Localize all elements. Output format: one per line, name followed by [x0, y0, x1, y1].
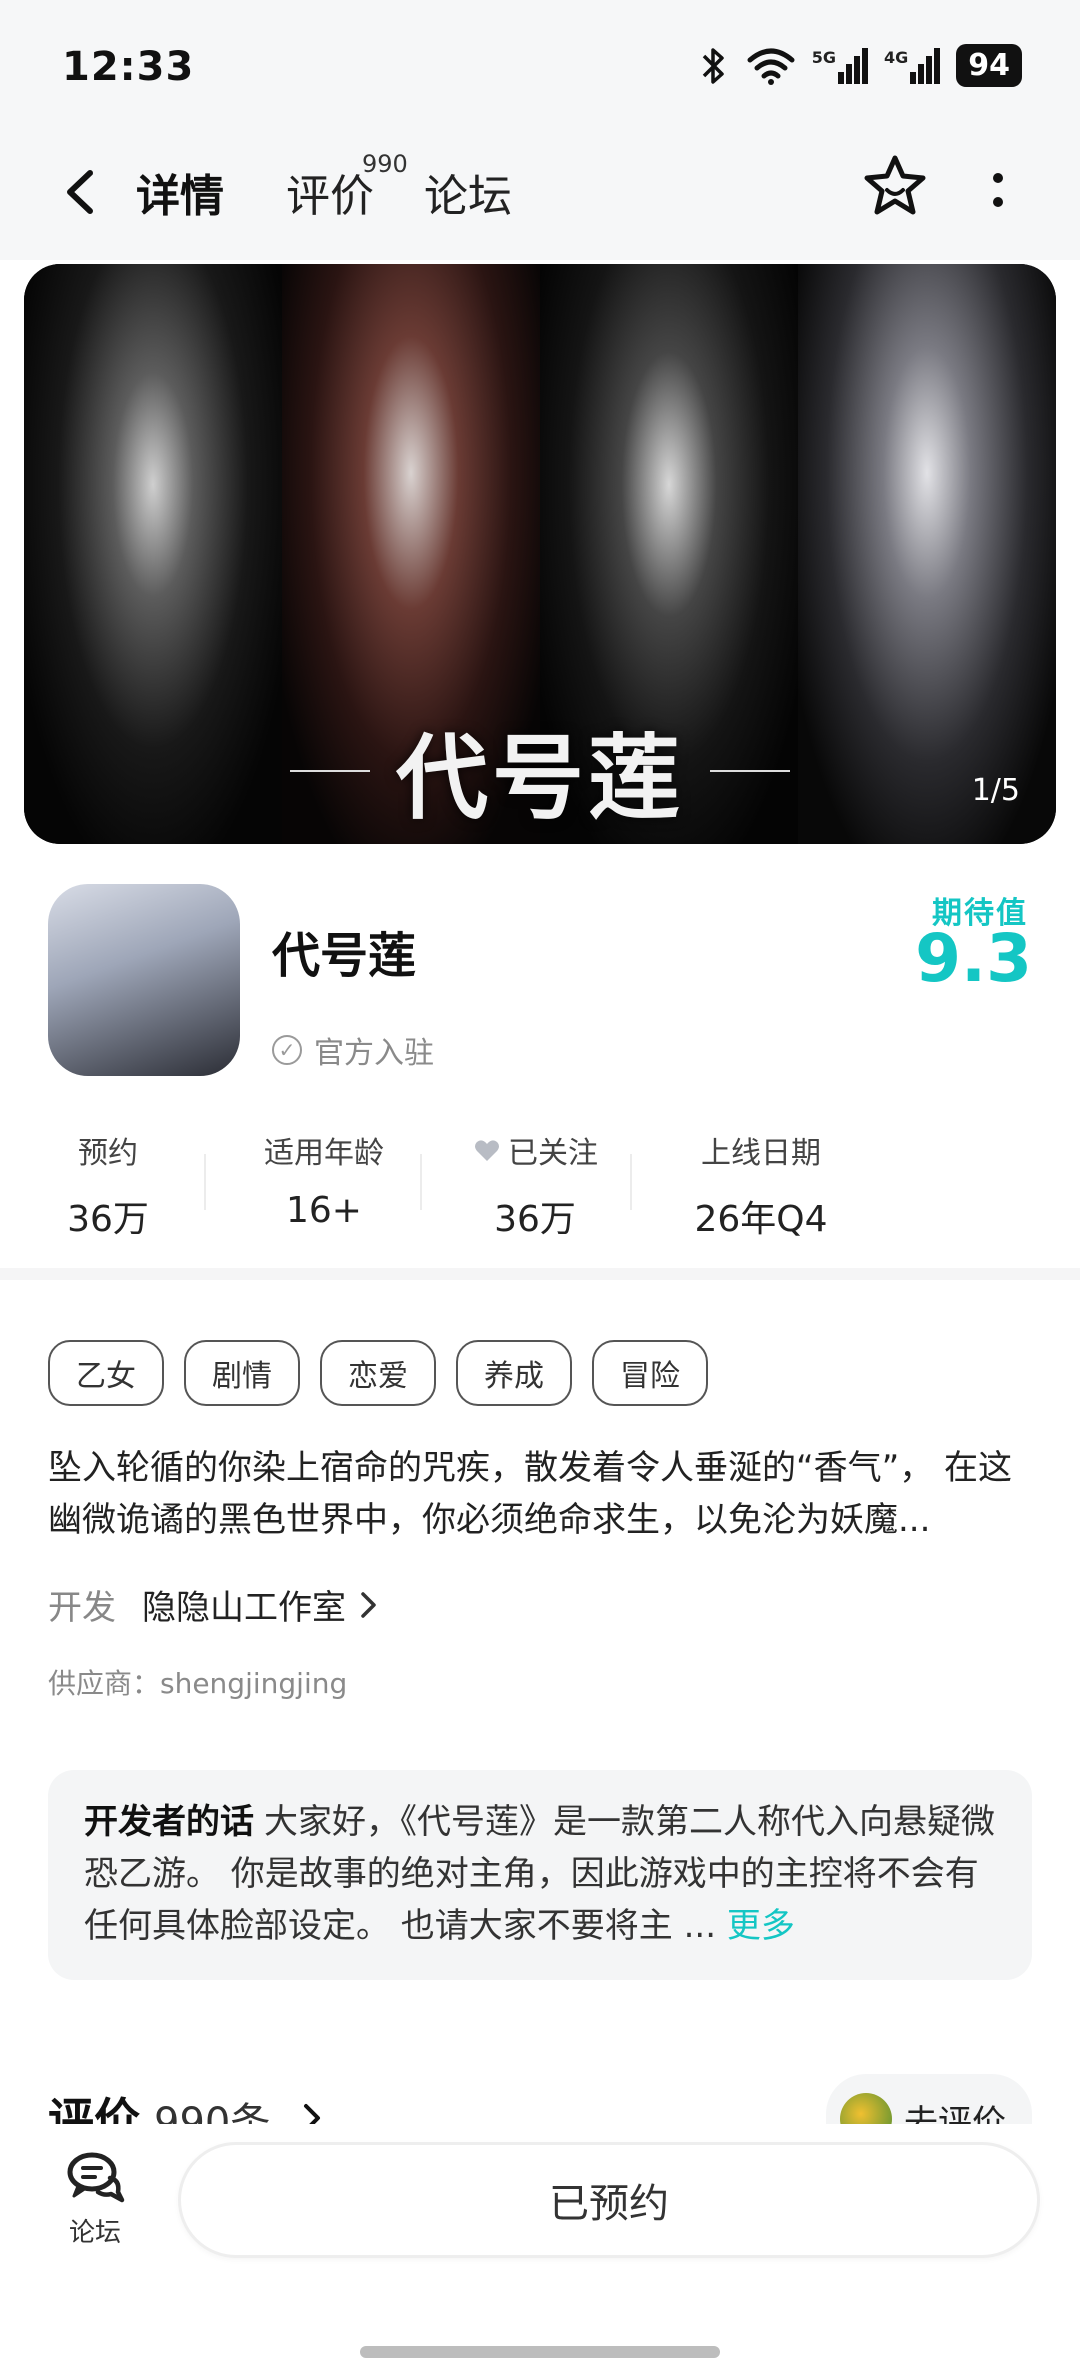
- star-smile-icon: [864, 155, 926, 215]
- stat-label: 适用年龄: [264, 1136, 384, 1171]
- battery-indicator: 94: [956, 44, 1022, 87]
- more-options-button[interactable]: [978, 160, 1018, 220]
- developer-note-card[interactable]: 开发者的话 大家好，《代号莲》是一款第二人称代入向悬疑微恐乙游。 你是故事的绝对主…: [48, 1770, 1032, 1980]
- stat-reservations: 预约 36万: [48, 1128, 168, 1242]
- tab-forum-label: 论坛: [424, 171, 512, 222]
- favorite-button[interactable]: [860, 152, 930, 222]
- stat-label: 预约: [78, 1136, 138, 1171]
- reserved-button[interactable]: 已预约: [178, 2142, 1040, 2258]
- stat-age-rating: 适用年龄 16+: [244, 1128, 404, 1231]
- reviews-title: 评价 990条: [48, 2084, 324, 2124]
- stat-label-row: 已关注: [460, 1128, 610, 1172]
- tab-reviews-label: 评价: [286, 171, 374, 222]
- back-button[interactable]: [50, 162, 110, 222]
- chevron-right-icon: [304, 2104, 321, 2124]
- check-circle-icon: ✓: [272, 1035, 302, 1065]
- forum-button[interactable]: 论坛: [40, 2150, 150, 2260]
- tab-details-label: 详情: [136, 171, 224, 222]
- tag-chip[interactable]: 剧情: [184, 1340, 300, 1406]
- tag-chip[interactable]: 养成: [456, 1340, 572, 1406]
- stat-label: 已关注: [508, 1136, 598, 1171]
- developer-name: 隐隐山工作室: [142, 1588, 346, 1628]
- official-badge: ✓ 官方入驻: [272, 1028, 434, 1072]
- chevron-right-icon: [361, 1591, 376, 1618]
- official-label: 官方入驻: [314, 1036, 434, 1071]
- more-dot: [993, 197, 1003, 207]
- stat-label: 上线日期: [701, 1136, 821, 1171]
- bluetooth-icon: [702, 47, 724, 84]
- bottom-action-bar: 论坛 已预约: [0, 2124, 1080, 2378]
- banner-title-area: 代号莲: [24, 704, 1056, 837]
- supplier-text: 供应商：shengjingjing: [48, 1667, 348, 1700]
- developer-link[interactable]: 开发 隐隐山工作室: [48, 1580, 380, 1629]
- stat-divider: [204, 1154, 206, 1210]
- wifi-icon: [747, 48, 795, 85]
- write-review-label: 去评价: [904, 2102, 1006, 2125]
- stat-value: 16+: [286, 1190, 362, 1231]
- status-bar: 12:33 5G 4G 94: [0, 0, 1080, 130]
- more-link[interactable]: 更多: [727, 1906, 795, 1946]
- banner-page-counter: 1/5: [971, 773, 1020, 808]
- stat-value: 26年Q4: [694, 1199, 828, 1240]
- stat-value: 36万: [67, 1199, 149, 1240]
- game-description[interactable]: 坠入轮循的你染上宿命的咒疾，散发着令人垂涎的“香气”， 在这幽微诡谲的黑色世界中…: [48, 1442, 1038, 1546]
- app-name: 代号莲: [272, 928, 417, 984]
- chevron-left-icon: [67, 170, 93, 214]
- stat-followers[interactable]: 已关注 36万: [460, 1128, 610, 1242]
- reviews-title-label: 评价: [48, 2093, 140, 2124]
- developer-label: 开发: [48, 1588, 116, 1628]
- tag-list: 乙女 剧情 恋爱 养成 冒险: [48, 1340, 708, 1406]
- banner-title: 代号莲: [395, 724, 684, 832]
- top-nav: 详情 评价 990 论坛: [0, 130, 1080, 260]
- reviews-count: 990条: [154, 2100, 271, 2124]
- home-indicator[interactable]: [360, 2346, 720, 2358]
- status-icons: 5G 4G 94: [696, 44, 1022, 87]
- tab-details[interactable]: 详情: [136, 160, 224, 228]
- stats-row: 预约 36万 适用年龄 16+ 已关注 36万 上线日期 26年Q4: [48, 1128, 848, 1240]
- banner-divider-right: [710, 769, 790, 772]
- tag-chip[interactable]: 冒险: [592, 1340, 708, 1406]
- stat-value: 36万: [494, 1199, 576, 1240]
- section-separator: [0, 1268, 1080, 1280]
- review-count-badge: 990: [362, 150, 408, 178]
- signal-5g-icon: 5G: [812, 47, 868, 84]
- tab-forum[interactable]: 论坛: [424, 160, 512, 224]
- stat-divider: [420, 1154, 422, 1210]
- expect-score: 9.3: [915, 920, 1032, 997]
- banner-divider-left: [289, 769, 370, 772]
- status-time: 12:33: [62, 44, 195, 90]
- chat-bubble-icon: [67, 2152, 125, 2203]
- app-icon: [48, 884, 240, 1076]
- developer-note-label: 开发者的话: [84, 1802, 254, 1842]
- write-review-button[interactable]: 去评价: [826, 2074, 1032, 2124]
- tag-chip[interactable]: 恋爱: [320, 1340, 436, 1406]
- heart-icon: [475, 1140, 499, 1161]
- stat-release-date: 上线日期 26年Q4: [668, 1128, 854, 1242]
- banner-carousel[interactable]: 代号莲 1/5: [24, 264, 1056, 844]
- signal-4g-icon: 4G: [884, 47, 941, 84]
- more-dot: [993, 173, 1003, 183]
- reviews-header[interactable]: 评价 990条 去评价: [48, 2074, 1032, 2124]
- tab-reviews[interactable]: 评价: [286, 160, 374, 224]
- tag-chip[interactable]: 乙女: [48, 1340, 164, 1406]
- avatar: [840, 2093, 892, 2124]
- stat-divider: [630, 1154, 632, 1210]
- forum-label: 论坛: [68, 2218, 121, 2248]
